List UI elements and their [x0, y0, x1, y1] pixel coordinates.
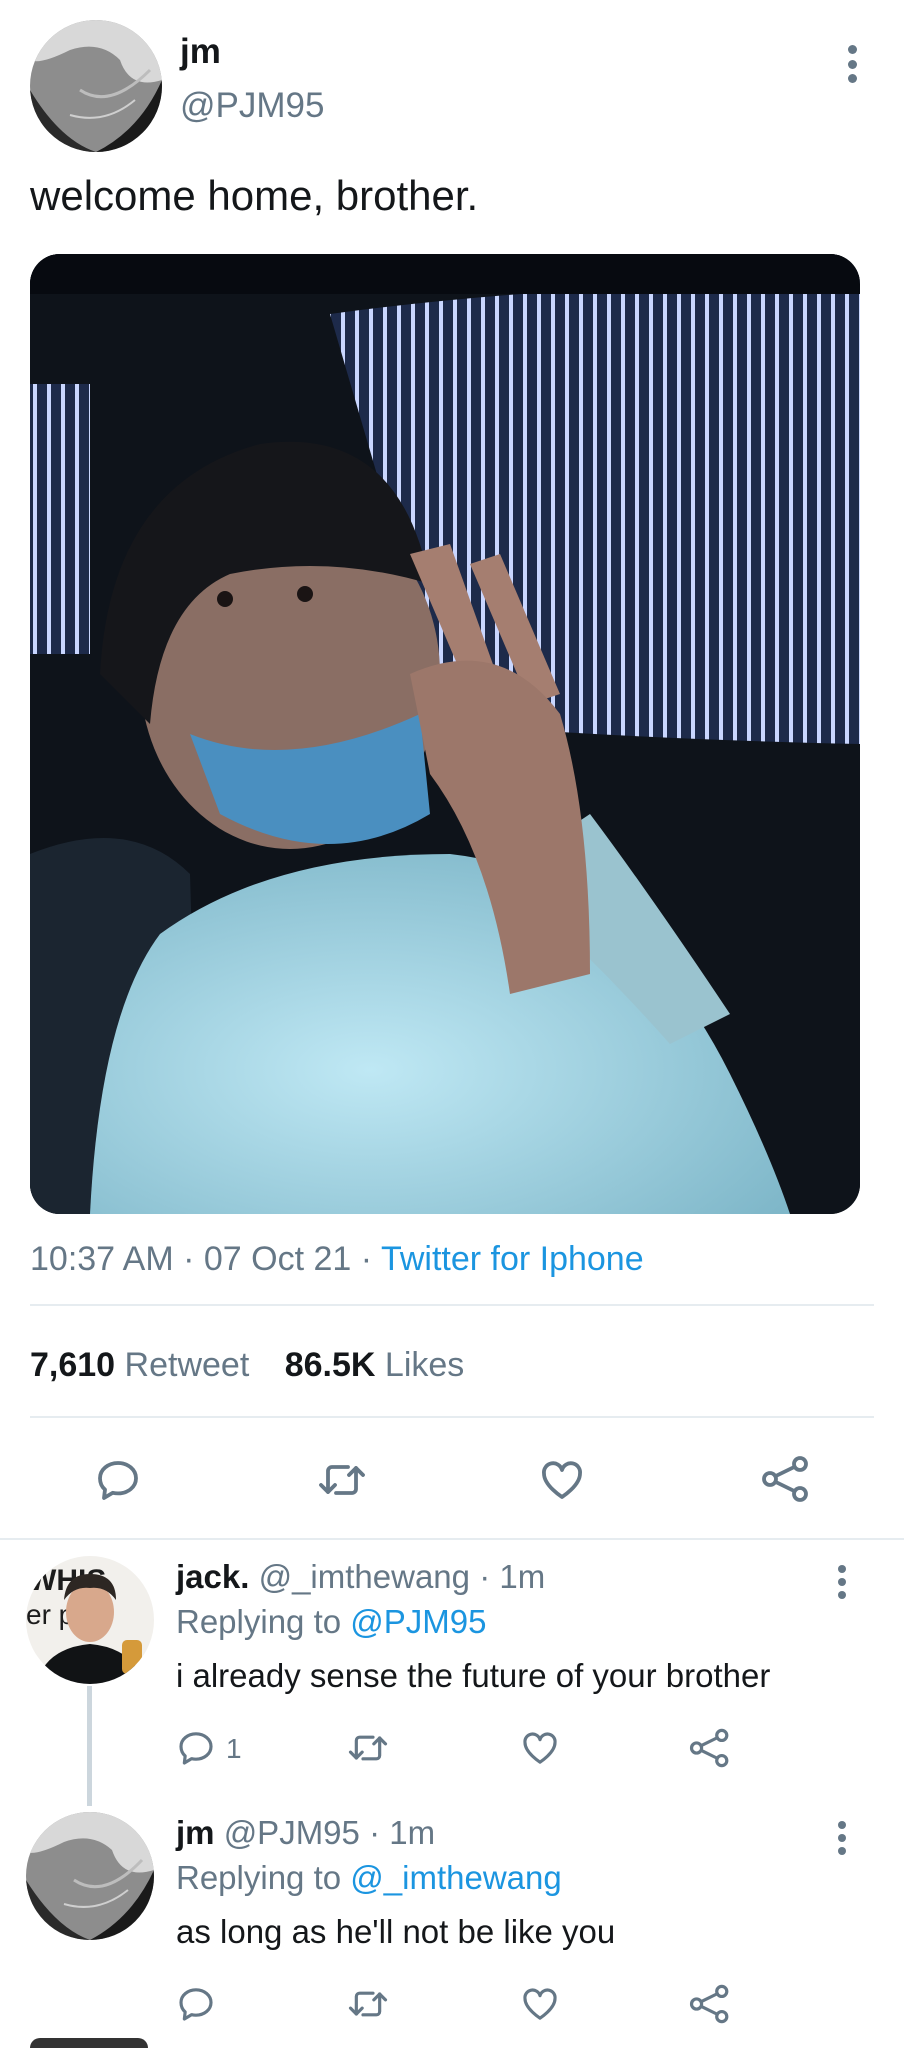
likes-label[interactable]: Likes	[385, 1346, 464, 1384]
reply-text: i already sense the future of your broth…	[176, 1657, 771, 1694]
next-reply-avatar-partial	[30, 2038, 148, 2048]
share-icon[interactable]	[688, 1727, 732, 1769]
more-options-icon[interactable]	[830, 1818, 854, 1858]
reply-time: · 1m	[369, 1814, 436, 1851]
reply-header: jack. @_imthewang · 1m	[176, 1558, 545, 1596]
replying-label: Replying to	[176, 1603, 342, 1640]
reply-author-handle[interactable]: @PJM95	[224, 1814, 360, 1851]
more-options-icon[interactable]	[830, 1562, 854, 1602]
reply-icon[interactable]	[94, 1456, 142, 1504]
share-icon[interactable]	[688, 1983, 732, 2025]
likes-count[interactable]: 86.5K	[285, 1346, 376, 1384]
reply-author-handle[interactable]: @_imthewang	[259, 1558, 470, 1595]
retweet-label[interactable]: Retweet	[125, 1346, 250, 1384]
reply-author-name[interactable]: jm	[176, 1814, 215, 1851]
author-handle[interactable]: @PJM95	[180, 86, 324, 126]
reply-count: 1	[226, 1733, 242, 1764]
tweet-detail-screen: jm @PJM95 welcome home, brother. 10:37 A…	[0, 0, 904, 2048]
reply-time: · 1m	[479, 1558, 546, 1595]
reply-text: as long as he'll not be like you	[176, 1913, 616, 1950]
replying-mention[interactable]: @_imthewang	[350, 1859, 561, 1896]
divider	[30, 1304, 874, 1306]
tweet-text: welcome home, brother.	[30, 172, 479, 219]
thread-connector	[87, 1686, 92, 1806]
replying-label: Replying to	[176, 1859, 342, 1896]
divider	[0, 1538, 904, 1540]
reply-avatar[interactable]: WHIS er pula	[26, 1556, 154, 1684]
reply-author-name[interactable]: jack.	[176, 1558, 249, 1595]
reply-icon[interactable]	[176, 1728, 216, 1768]
replying-mention[interactable]: @PJM95	[350, 1603, 486, 1640]
tweet-time: 10:37 AM	[30, 1240, 174, 1278]
retweet-icon[interactable]	[346, 1984, 390, 2024]
retweet-icon[interactable]	[346, 1728, 390, 1768]
retweet-icon[interactable]	[316, 1456, 368, 1504]
share-icon[interactable]	[760, 1454, 812, 1504]
reply-header: jm @PJM95 · 1m	[176, 1814, 435, 1852]
author-name[interactable]: jm	[180, 32, 221, 72]
tweet-date: 07 Oct 21	[203, 1240, 352, 1278]
more-options-icon[interactable]	[836, 40, 868, 88]
retweet-count[interactable]: 7,610	[30, 1346, 115, 1384]
meta-separator: ·	[360, 1240, 373, 1278]
tweet-photo[interactable]	[30, 254, 860, 1214]
tweet-source-link[interactable]: Twitter for Iphone	[381, 1240, 644, 1278]
replying-to: Replying to @PJM95	[176, 1603, 487, 1641]
heart-icon[interactable]	[538, 1456, 586, 1504]
heart-icon[interactable]	[520, 1728, 560, 1768]
tweet-timestamp: 10:37 AM · 07 Oct 21 · Twitter for Iphon…	[30, 1240, 644, 1279]
tweet-stats: 7,610 Retweet 86.5K Likes	[30, 1346, 464, 1385]
meta-separator: ·	[183, 1240, 195, 1278]
reply-avatar[interactable]	[26, 1812, 154, 1940]
author-avatar[interactable]	[30, 20, 162, 152]
heart-icon[interactable]	[520, 1984, 560, 2024]
reply-icon[interactable]	[176, 1984, 216, 2024]
replying-to: Replying to @_imthewang	[176, 1859, 562, 1897]
divider	[30, 1416, 874, 1418]
